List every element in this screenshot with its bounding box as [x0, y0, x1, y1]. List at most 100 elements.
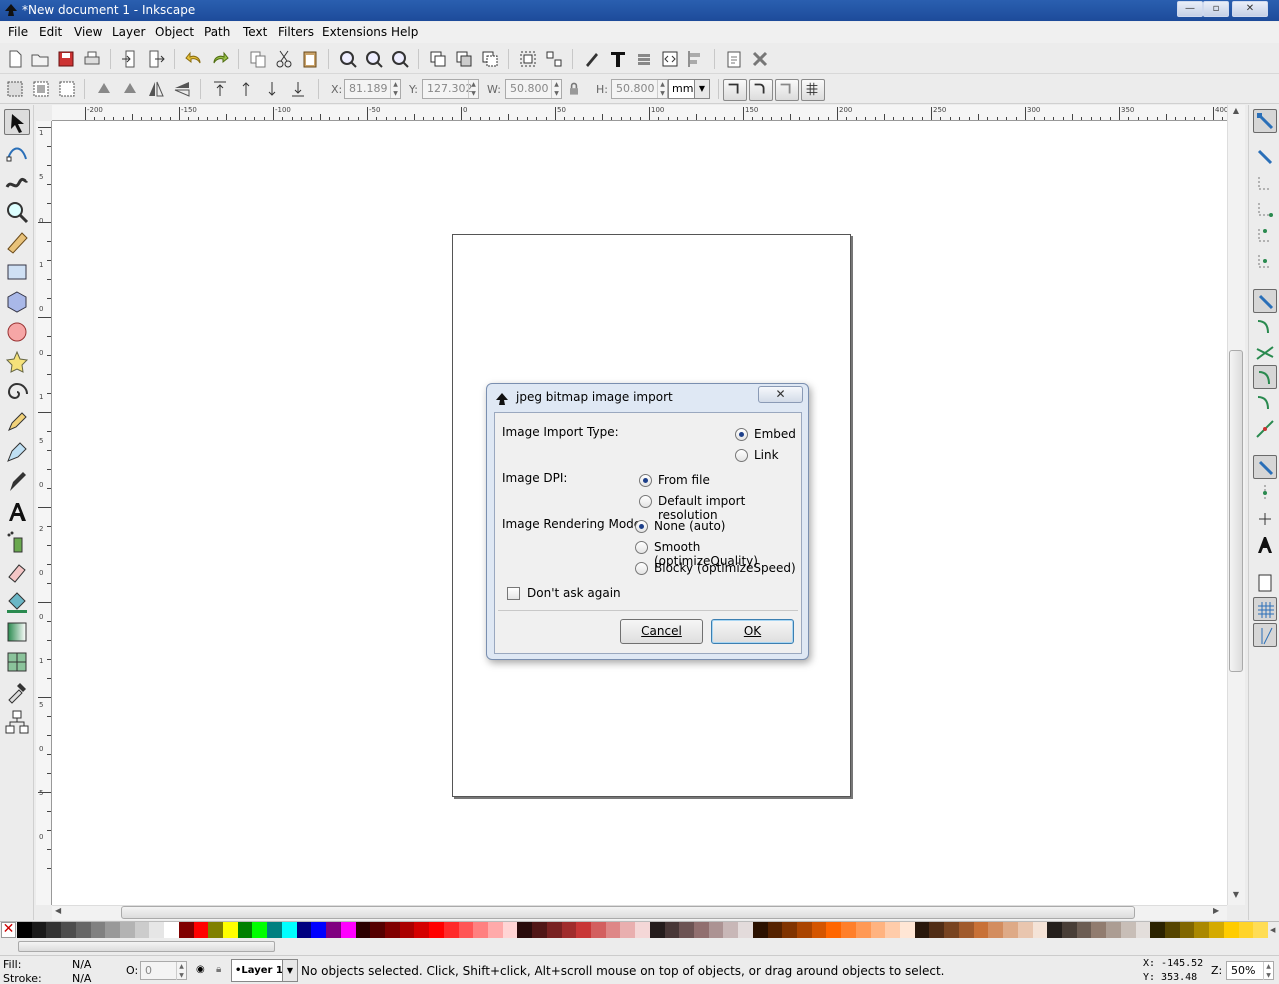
color-swatch[interactable] [473, 922, 489, 938]
menu-layer[interactable]: Layer [112, 25, 145, 39]
layer-lock-icon[interactable]: 🔒︎ [216, 964, 228, 976]
raise-to-top-button[interactable] [210, 79, 230, 99]
menu-object[interactable]: Object [155, 25, 194, 39]
color-swatch[interactable] [31, 922, 47, 938]
color-swatch[interactable] [281, 922, 298, 938]
snap-text-baseline-toggle[interactable] [1253, 533, 1277, 557]
color-swatch[interactable] [1194, 922, 1210, 938]
color-swatch[interactable] [723, 922, 739, 938]
color-swatch[interactable] [105, 922, 121, 938]
color-swatch[interactable] [311, 922, 327, 938]
snap-guides-toggle[interactable] [1253, 623, 1277, 647]
color-swatch[interactable] [1135, 922, 1151, 938]
color-swatch[interactable] [870, 922, 886, 938]
layer-select[interactable]: •Layer 1 ▼ [231, 959, 298, 982]
unit-select[interactable]: mm ▼ [668, 79, 710, 99]
color-swatch[interactable] [1253, 922, 1269, 938]
selector-tool[interactable] [4, 109, 30, 135]
connector-tool[interactable] [4, 709, 30, 735]
color-swatch[interactable] [487, 922, 504, 938]
width-field[interactable]: 50.800 ▲ ▼ [505, 79, 562, 99]
spiral-tool[interactable] [4, 379, 30, 405]
lower-button[interactable] [262, 79, 282, 99]
mesh-tool[interactable] [4, 649, 30, 675]
color-swatch[interactable] [605, 922, 621, 938]
menu-text[interactable]: Text [243, 25, 267, 39]
color-swatch[interactable] [193, 922, 209, 938]
group-button[interactable] [518, 49, 538, 69]
snap-rotation-center-toggle[interactable] [1253, 507, 1277, 531]
color-swatch[interactable] [649, 922, 666, 938]
save-button[interactable] [56, 49, 76, 69]
zoom-field[interactable]: 50% ▲ ▼ [1226, 961, 1274, 980]
copy-button[interactable] [248, 49, 268, 69]
color-swatch[interactable] [517, 922, 533, 938]
rectangle-tool[interactable] [4, 259, 30, 285]
snap-line-midpoints-toggle[interactable] [1253, 417, 1277, 441]
import-button[interactable] [120, 49, 140, 69]
document-properties-button[interactable] [724, 49, 744, 69]
lower-to-bottom-button[interactable] [288, 79, 308, 99]
snap-intersections-toggle[interactable] [1253, 341, 1277, 365]
dropper-tool[interactable] [4, 679, 30, 705]
color-swatch[interactable] [738, 922, 754, 938]
redo-button[interactable] [210, 49, 230, 69]
color-swatch[interactable] [1032, 922, 1048, 938]
raise-button[interactable] [236, 79, 256, 99]
palette-menu-arrow-icon[interactable]: ◀ [1270, 922, 1279, 938]
no-paint-swatch-icon[interactable]: ✕ [1, 922, 16, 938]
undo-button[interactable] [184, 49, 204, 69]
color-swatch[interactable] [296, 922, 312, 938]
menu-help[interactable]: Help [391, 25, 418, 39]
vertical-scroll-thumb[interactable] [1229, 350, 1243, 672]
link-label[interactable]: Link [754, 448, 779, 462]
blocky-radio[interactable] [635, 562, 648, 575]
color-swatch[interactable] [900, 922, 916, 938]
close-window-button[interactable]: ✕ [1232, 1, 1268, 17]
select-all-layers-button[interactable] [31, 79, 51, 99]
transform-patterns-toggle[interactable] [801, 79, 825, 101]
calligraphy-tool[interactable] [4, 469, 30, 495]
scroll-down-arrow-icon[interactable]: ▼ [1230, 890, 1242, 902]
zoom-drawing-button[interactable] [364, 49, 384, 69]
snap-bbox-center-toggle[interactable] [1253, 249, 1277, 273]
scroll-right-arrow-icon[interactable]: ▶ [1213, 906, 1223, 918]
none-auto-label[interactable]: None (auto) [654, 519, 726, 533]
node-tool[interactable] [4, 139, 30, 165]
new-document-button[interactable] [5, 49, 25, 69]
color-swatch[interactable] [75, 922, 92, 938]
color-swatch[interactable] [134, 922, 150, 938]
vertical-ruler[interactable]: 1 5 0 1 0 0 1 5 0 2 0 0 1 5 0 5 0 [36, 121, 52, 905]
color-swatch[interactable] [1047, 922, 1063, 938]
zoom-page-button[interactable] [390, 49, 410, 69]
color-swatch[interactable] [958, 922, 975, 938]
color-swatch[interactable] [590, 922, 607, 938]
color-swatch[interactable] [90, 922, 106, 938]
color-swatch[interactable] [988, 922, 1004, 938]
embed-radio[interactable] [735, 428, 748, 441]
star-tool[interactable] [4, 349, 30, 375]
color-swatch[interactable] [61, 922, 77, 938]
color-swatch[interactable] [914, 922, 930, 938]
smooth-radio[interactable] [635, 541, 648, 554]
color-swatch[interactable] [120, 922, 136, 938]
color-swatch[interactable] [561, 922, 577, 938]
color-swatch[interactable] [782, 922, 798, 938]
flip-vertical-button[interactable] [172, 79, 192, 99]
zoom-tool[interactable] [4, 199, 30, 225]
color-swatch[interactable] [929, 922, 945, 938]
rotate-cw-button[interactable] [120, 79, 140, 99]
measure-tool[interactable] [4, 229, 30, 255]
color-swatch[interactable] [1017, 922, 1033, 938]
align-distribute-button[interactable] [686, 49, 706, 69]
h-spinner-arrows[interactable]: ▲ ▼ [657, 80, 667, 98]
color-swatch[interactable] [679, 922, 695, 938]
color-swatch[interactable] [458, 922, 474, 938]
opacity-field[interactable]: 0 ▲ ▼ [140, 961, 187, 980]
color-swatch[interactable] [326, 922, 342, 938]
color-swatch[interactable] [1120, 922, 1137, 938]
color-swatch[interactable] [944, 922, 960, 938]
color-swatch[interactable] [752, 922, 769, 938]
eye-visibility-icon[interactable]: ◉ [196, 964, 208, 976]
menu-view[interactable]: View [74, 25, 102, 39]
